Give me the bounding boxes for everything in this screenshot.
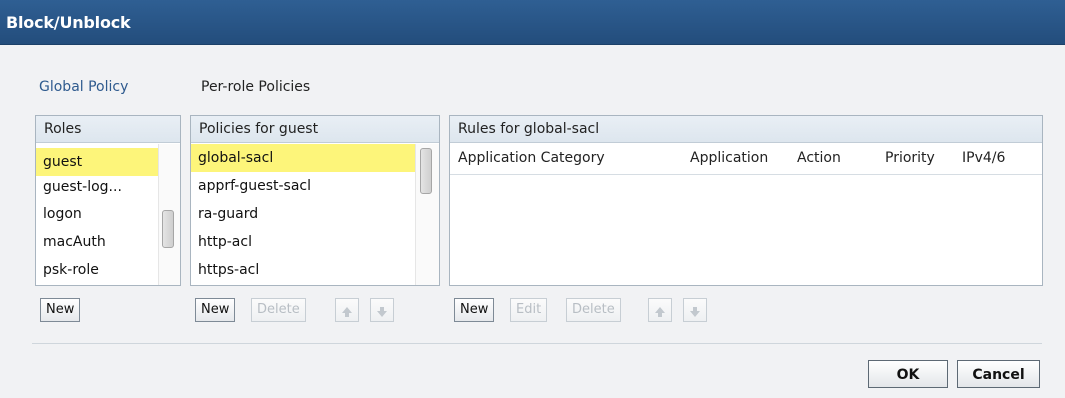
column-action[interactable]: Action xyxy=(797,150,841,166)
role-item-macauth[interactable]: macAuth xyxy=(36,228,158,256)
policies-panel: Policies for guest global-sacl apprf-gue… xyxy=(190,115,440,286)
window-title-bar: Block/Unblock xyxy=(0,0,1065,45)
policy-item-http-acl[interactable]: http-acl xyxy=(191,228,416,256)
arrow-down-icon xyxy=(377,307,387,317)
arrow-up-icon xyxy=(655,307,665,317)
arrow-up-icon xyxy=(342,307,352,317)
role-item-guest-logon[interactable]: guest-log... xyxy=(36,173,158,201)
rules-new-button[interactable]: New xyxy=(454,298,495,322)
footer-divider xyxy=(32,343,1042,344)
policies-delete-button[interactable]: Delete xyxy=(251,298,306,322)
role-item-guest[interactable]: guest xyxy=(36,148,158,176)
role-item-logon[interactable]: logon xyxy=(36,200,158,228)
roles-panel-header: Roles xyxy=(36,116,180,143)
column-priority[interactable]: Priority xyxy=(885,150,935,166)
policies-scrollbar[interactable] xyxy=(415,144,439,285)
rules-panel-header: Rules for global-sacl xyxy=(450,116,1042,143)
policies-move-up-button[interactable] xyxy=(335,298,359,322)
policies-panel-header: Policies for guest xyxy=(191,116,439,143)
rules-panel: Rules for global-sacl Application Catego… xyxy=(449,115,1043,286)
rules-move-up-button[interactable] xyxy=(648,298,672,322)
cancel-button[interactable]: Cancel xyxy=(957,360,1040,388)
policies-scrollbar-thumb[interactable] xyxy=(420,148,432,194)
column-ipv4-6[interactable]: IPv4/6 xyxy=(962,150,1005,166)
roles-scrollbar[interactable] xyxy=(158,144,180,285)
roles-scrollbar-thumb[interactable] xyxy=(162,210,174,248)
policy-item-apprf-guest-sacl[interactable]: apprf-guest-sacl xyxy=(191,172,416,200)
column-application-category[interactable]: Application Category xyxy=(458,150,605,166)
roles-panel: Roles guest guest-log... logon macAuth p… xyxy=(35,115,181,286)
rules-delete-button[interactable]: Delete xyxy=(566,298,621,322)
tab-per-role-policies[interactable]: Per-role Policies xyxy=(201,79,310,95)
policy-item-https-acl[interactable]: https-acl xyxy=(191,256,416,284)
policies-move-down-button[interactable] xyxy=(370,298,394,322)
tab-global-policy[interactable]: Global Policy xyxy=(39,79,128,95)
policy-item-global-sacl[interactable]: global-sacl xyxy=(191,144,416,172)
policies-new-button[interactable]: New xyxy=(195,298,236,322)
rules-edit-button[interactable]: Edit xyxy=(510,298,548,322)
role-item-psk-role[interactable]: psk-role xyxy=(36,256,158,284)
policy-item-ra-guard[interactable]: ra-guard xyxy=(191,200,416,228)
rules-move-down-button[interactable] xyxy=(683,298,707,322)
arrow-down-icon xyxy=(690,307,700,317)
ok-button[interactable]: OK xyxy=(868,360,948,388)
window-title: Block/Unblock xyxy=(6,13,131,32)
column-application[interactable]: Application xyxy=(690,150,768,166)
rules-header-divider xyxy=(450,174,1042,175)
roles-new-button[interactable]: New xyxy=(40,298,81,322)
